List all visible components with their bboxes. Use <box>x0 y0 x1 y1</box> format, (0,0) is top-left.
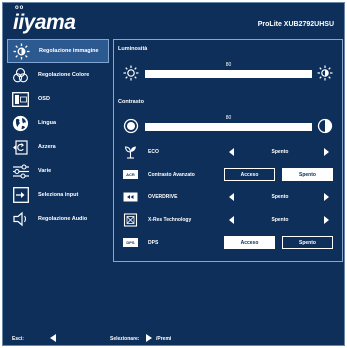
model-name: ProLite XUB2792UHSU <box>257 21 334 28</box>
sidebar-item-label: Regolazione immagine <box>39 48 99 54</box>
header: oo iiyama ProLite XUB2792UHSU <box>3 3 344 37</box>
xres-row: X-Res Technology Spento <box>114 211 342 229</box>
sidebar-item-audio[interactable]: Regolazione Audio <box>7 207 109 231</box>
reset-icon <box>11 139 30 156</box>
eco-icon <box>123 145 138 159</box>
advanced-contrast-row: ACR Contrasto Avanzato Acceso Spento <box>114 166 342 184</box>
dps-icon: DPS <box>123 236 138 250</box>
brightness-row: 80 <box>114 62 342 84</box>
logo-text: iiyama <box>13 11 76 34</box>
dps-label: DPS <box>148 240 159 246</box>
contrast-row: 80 <box>114 115 342 137</box>
acr-badge: ACR <box>123 170 138 179</box>
overdrive-icon <box>123 190 138 204</box>
advanced-contrast-off-button[interactable]: Spento <box>282 168 333 181</box>
sidebar-item-misc[interactable]: Varie <box>7 159 109 183</box>
xres-right-arrow[interactable] <box>324 216 329 224</box>
eco-right-arrow[interactable] <box>324 148 329 156</box>
contrast-high-icon <box>317 118 333 134</box>
sidebar-item-label: OSD <box>38 96 50 102</box>
overdrive-value: Spento <box>271 194 289 200</box>
contrast-slider-fill <box>145 123 279 131</box>
exit-hint: Esci: <box>12 336 24 342</box>
sidebar-item-language[interactable]: Lingua <box>7 111 109 135</box>
dps-row: DPS DPS Acceso Spento <box>114 234 342 252</box>
brightness-high-icon <box>317 65 333 81</box>
brightness-value: 80 <box>225 62 232 68</box>
contrast-title: Contrasto <box>118 99 144 105</box>
sidebar-item-label: Seleziona input <box>38 192 79 198</box>
contrast-slider[interactable]: 80 <box>145 115 312 131</box>
settings-panel: Luminosità 80 Contrasto 80 ECO Spento AC… <box>113 39 343 262</box>
sidebar-item-input-select[interactable]: Seleziona input <box>7 183 109 207</box>
overdrive-row: OVERDRIVE Spento <box>114 188 342 206</box>
sidebar-item-label: Varie <box>38 168 52 174</box>
select-hint: Selezionare: <box>110 336 140 342</box>
brightness-slider[interactable]: 80 <box>145 62 312 78</box>
eco-left-arrow[interactable] <box>229 148 234 156</box>
overdrive-left-arrow[interactable] <box>229 193 234 201</box>
sidebar-item-label: Regolazione Colore <box>38 72 90 78</box>
sidebar-item-label: Azzera <box>38 144 56 150</box>
eco-row: ECO Spento <box>114 143 342 161</box>
acr-icon: ACR <box>123 168 138 182</box>
input-icon <box>11 187 30 204</box>
sidebar-item-color-settings[interactable]: Regolazione Colore <box>7 63 109 87</box>
dps-badge: DPS <box>123 238 138 247</box>
xres-left-arrow[interactable] <box>229 216 234 224</box>
sidebar-item-image-settings[interactable]: Regolazione immagine <box>7 39 109 63</box>
color-circles-icon <box>11 67 30 84</box>
brightness-title: Luminosità <box>118 46 148 52</box>
sun-icon <box>12 43 31 60</box>
dps-off-button[interactable]: Spento <box>282 236 333 249</box>
footer-hints: Esci: Selezionare: /Premi <box>3 333 344 345</box>
xres-label: X-Res Technology <box>148 217 192 223</box>
osd-icon <box>11 91 30 108</box>
overdrive-right-arrow[interactable] <box>324 193 329 201</box>
overdrive-label: OVERDRIVE <box>148 194 178 200</box>
dps-on-button[interactable]: Acceso <box>224 236 275 249</box>
sidebar-item-reset[interactable]: Azzera <box>7 135 109 159</box>
sliders-icon <box>11 163 30 180</box>
eco-label: ECO <box>148 149 159 155</box>
xres-icon <box>123 213 138 227</box>
right-arrow-icon <box>146 334 152 342</box>
sidebar-item-label: Regolazione Audio <box>38 216 88 222</box>
press-hint: /Premi <box>156 336 172 342</box>
contrast-low-icon <box>123 118 139 134</box>
speaker-icon <box>11 211 30 228</box>
left-arrow-icon <box>50 334 56 342</box>
advanced-contrast-on-button[interactable]: Acceso <box>224 168 275 181</box>
eco-value: Spento <box>271 149 289 155</box>
sidebar-item-label: Lingua <box>38 120 57 126</box>
sidebar-item-osd[interactable]: OSD <box>7 87 109 111</box>
sidebar-menu: Regolazione immagine Regolazione Colore … <box>7 39 109 231</box>
osd-window: oo iiyama ProLite XUB2792UHSU Regolazion… <box>2 2 345 346</box>
contrast-value: 80 <box>225 115 232 121</box>
advanced-contrast-label: Contrasto Avanzato <box>148 172 195 178</box>
brightness-slider-fill <box>145 70 279 78</box>
globe-icon <box>11 115 30 132</box>
brightness-low-icon <box>123 65 139 81</box>
xres-value: Spento <box>271 217 289 223</box>
